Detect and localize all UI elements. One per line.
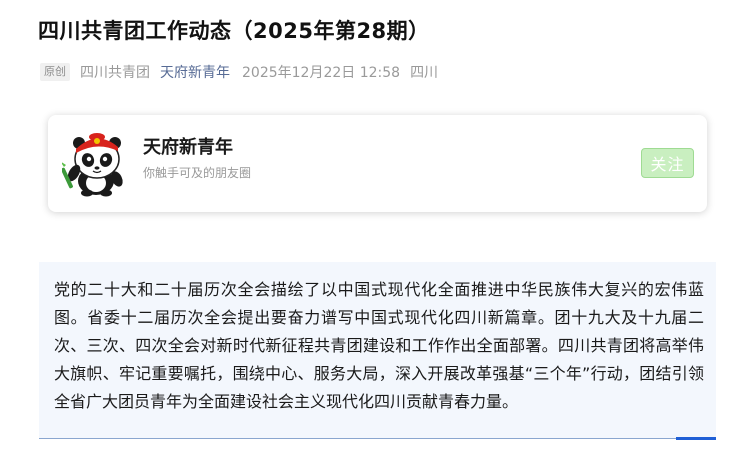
original-badge: 原创 xyxy=(40,63,70,81)
content-accent-bar xyxy=(676,437,716,440)
article-title: 四川共青团工作动态（2025年第28期） xyxy=(38,19,430,43)
author-name: 四川共青团 xyxy=(80,65,150,81)
intro-content-box: 党的二十大和二十届历次全会描绘了以中国式现代化全面推进中华民族伟大复兴的宏伟蓝图… xyxy=(39,262,716,440)
publish-time: 2025年12月22日 12:58 xyxy=(242,65,401,81)
panda-mascot-icon xyxy=(62,133,123,197)
follow-button[interactable]: 关注 xyxy=(641,148,694,178)
account-name: 天府新青年 xyxy=(143,137,233,158)
publish-location: 四川 xyxy=(410,65,439,81)
account-link[interactable]: 天府新青年 xyxy=(160,62,230,82)
account-profile-card[interactable]: 天府新青年 你触手可及的朋友圈 关注 xyxy=(48,115,707,212)
intro-paragraph: 党的二十大和二十届历次全会描绘了以中国式现代化全面推进中华民族伟大复兴的宏伟蓝图… xyxy=(54,280,704,411)
article-page: 四川共青团工作动态（2025年第28期） 原创 四川共青团 天府新青年 2025… xyxy=(0,0,750,465)
article-meta: 原创 四川共青团 天府新青年 2025年12月22日 12:58 四川 xyxy=(40,61,438,83)
account-description: 你触手可及的朋友圈 xyxy=(143,166,252,180)
